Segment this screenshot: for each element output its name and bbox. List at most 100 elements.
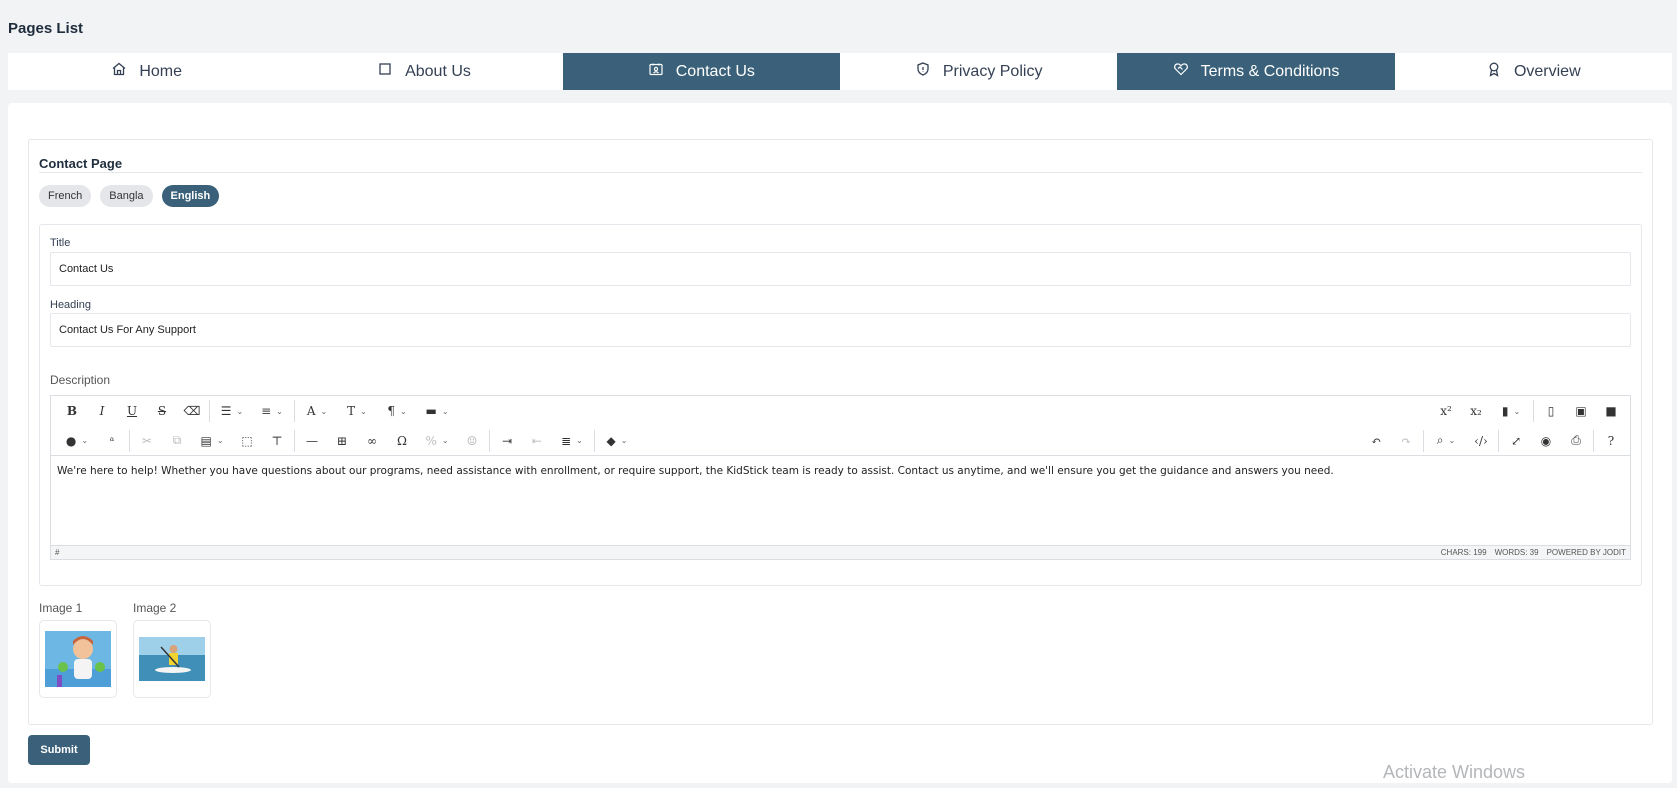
paddleboard-photo-image — [139, 637, 205, 681]
link-icon[interactable]: ∞ — [357, 429, 387, 453]
heart-handshake-icon — [1173, 61, 1189, 82]
tab-label: Privacy Policy — [942, 62, 1043, 80]
bullet-list-icon[interactable]: ☰ ⌄ — [212, 399, 252, 423]
symbols-icon[interactable]: % ⌄ — [417, 429, 457, 453]
award-icon — [1486, 61, 1502, 82]
editor-toolbar-row-2: ● ⌄ ᵃ ✂ ⧉ ▤ ⌄ ⬚ ⊤ — ⊞ ∞ Ω % ⌄ ☺ ⇥ ⇤ ≣ ⌄ … — [51, 426, 1630, 456]
tab-terms-conditions[interactable]: Terms & Conditions — [1117, 53, 1395, 90]
italic-icon[interactable]: I — [87, 399, 117, 423]
emoji-icon[interactable]: ☺ — [457, 429, 487, 453]
bold-icon[interactable]: B — [57, 399, 87, 423]
section-title: Contact Page — [39, 156, 123, 171]
tab-label: Terms & Conditions — [1200, 62, 1340, 80]
description-label: Description — [50, 373, 111, 387]
resize-handle-icon[interactable]: # — [55, 548, 59, 557]
document-icon[interactable]: ▯ — [1536, 399, 1566, 423]
language-switcher: French Bangla English — [39, 185, 220, 207]
subscript-icon[interactable]: x₂ — [1461, 399, 1491, 423]
print-icon[interactable]: ⎙ — [1561, 429, 1591, 453]
lang-english-button[interactable]: English — [161, 185, 220, 207]
font-size-icon[interactable]: T ⌄ — [337, 399, 377, 423]
image2-label: Image 2 — [133, 601, 177, 615]
cut-icon[interactable]: ✂ — [132, 429, 162, 453]
toolbar-separator — [294, 429, 295, 452]
indent-icon[interactable]: ⇥ — [492, 429, 522, 453]
content-card: Contact Page French Bangla English Title… — [8, 103, 1672, 783]
class-span-icon[interactable]: ▬ ⌄ — [417, 399, 457, 423]
editor-content[interactable]: We're here to help! Whether you have que… — [51, 457, 1630, 539]
heading-input[interactable]: Contact Us For Any Support — [50, 313, 1631, 347]
image-icon[interactable]: ▣ — [1566, 399, 1596, 423]
tab-label: About Us — [405, 62, 471, 80]
tab-about-us[interactable]: About Us — [285, 53, 562, 90]
content-form: Title Contact Us Heading Contact Us For … — [39, 224, 1642, 586]
child-photo-image — [45, 631, 111, 687]
select-all-icon[interactable]: ⬚ — [232, 429, 262, 453]
copy-icon[interactable]: ⧉ — [162, 429, 192, 453]
image1-thumbnail[interactable] — [39, 620, 117, 698]
tab-home[interactable]: Home — [8, 53, 285, 90]
toolbar-separator — [1423, 429, 1424, 452]
undo-icon[interactable]: ↶ — [1361, 429, 1391, 453]
contact-page-panel: Contact Page French Bangla English Title… — [28, 139, 1653, 725]
tab-overview[interactable]: Overview — [1395, 53, 1672, 90]
horizontal-rule-icon[interactable]: — — [297, 429, 327, 453]
word-count: WORDS: 39 — [1494, 548, 1539, 557]
outdent-icon[interactable]: ⇤ — [522, 429, 552, 453]
redo-icon[interactable]: ↷ — [1391, 429, 1421, 453]
copy-format-icon[interactable]: ⊤ — [262, 429, 292, 453]
table-icon[interactable]: ⊞ — [327, 429, 357, 453]
paste-icon[interactable]: ▤ ⌄ — [192, 429, 232, 453]
heading-label: Heading — [50, 299, 91, 311]
divider — [39, 172, 1642, 173]
lang-french-button[interactable]: French — [39, 185, 92, 207]
rich-text-editor: B I U S ⌫ ☰ ⌄ ≡ ⌄ A ⌄ T ⌄ ¶ ⌄ ▬ ⌄ x² x₂ … — [50, 395, 1631, 560]
superscript-icon[interactable]: x² — [1431, 399, 1461, 423]
toolbar-separator — [294, 400, 295, 422]
paragraph-icon[interactable]: ¶ ⌄ — [377, 399, 417, 423]
powered-by: POWERED BY JODIT — [1546, 548, 1626, 557]
pages-tab-bar: Home About Us Contact Us Privacy Policy … — [8, 53, 1672, 90]
find-icon[interactable]: ⌕ ⌄ — [1426, 429, 1466, 453]
contact-card-icon — [648, 61, 664, 82]
image2-thumbnail[interactable] — [133, 620, 211, 698]
toolbar-separator — [1498, 429, 1499, 452]
lang-bangla-button[interactable]: Bangla — [100, 185, 153, 207]
tab-label: Contact Us — [675, 62, 755, 80]
toolbar-separator — [1593, 429, 1594, 452]
microphone-icon[interactable]: ● ⌄ — [57, 429, 97, 453]
font-icon[interactable]: A ⌄ — [297, 399, 337, 423]
file-icon[interactable]: ▮ ⌄ — [1491, 399, 1531, 423]
char-count: CHARS: 199 — [1440, 548, 1487, 557]
toolbar-separator — [209, 400, 210, 422]
title-input[interactable]: Contact Us — [50, 252, 1631, 286]
strikethrough-icon[interactable]: S — [147, 399, 177, 423]
tab-privacy-policy[interactable]: Privacy Policy — [840, 53, 1117, 90]
video-icon[interactable]: ■ — [1596, 399, 1626, 423]
brush-color-icon[interactable]: ◆ ⌄ — [597, 429, 637, 453]
page-title: Pages List — [8, 20, 84, 37]
spellcheck-icon[interactable]: ᵃ — [97, 429, 127, 453]
toolbar-separator — [129, 429, 130, 452]
shield-icon — [915, 61, 931, 82]
home-icon — [111, 61, 127, 82]
align-icon[interactable]: ≣ ⌄ — [552, 429, 592, 453]
numbered-list-icon[interactable]: ≡ ⌄ — [252, 399, 292, 423]
source-code-icon[interactable]: ‹/› — [1466, 429, 1496, 453]
special-character-icon[interactable]: Ω — [387, 429, 417, 453]
tab-label: Overview — [1513, 62, 1581, 80]
title-label: Title — [50, 237, 71, 249]
square-icon — [377, 61, 393, 82]
tab-contact-us[interactable]: Contact Us — [562, 53, 840, 90]
help-icon[interactable]: ? — [1596, 429, 1626, 453]
eraser-icon[interactable]: ⌫ — [177, 399, 207, 423]
image1-label: Image 1 — [39, 601, 83, 615]
toolbar-separator — [1533, 400, 1534, 422]
toolbar-separator — [594, 429, 595, 452]
editor-status-bar: # CHARS: 199 WORDS: 39 POWERED BY JODIT — [51, 545, 1630, 559]
preview-eye-icon[interactable]: ◉ — [1531, 429, 1561, 453]
underline-icon[interactable]: U — [117, 399, 147, 423]
toolbar-separator — [489, 429, 490, 452]
fullscreen-icon[interactable]: ⤢ — [1501, 429, 1531, 453]
submit-button[interactable]: Submit — [28, 735, 90, 765]
